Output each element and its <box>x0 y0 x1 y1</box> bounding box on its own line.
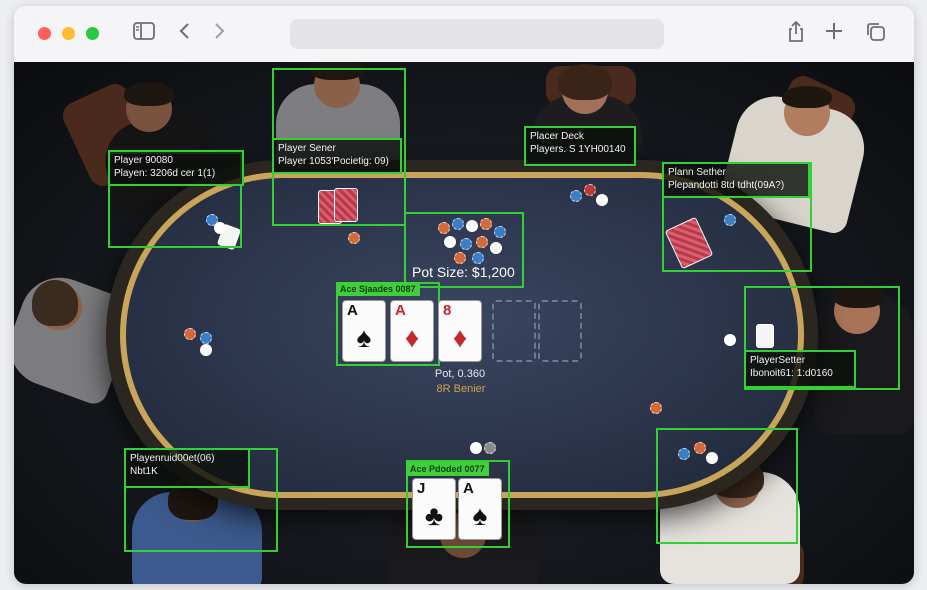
hand-card-1: J ♣ <box>412 478 456 540</box>
card-rank: A <box>347 302 358 319</box>
address-bar[interactable] <box>290 19 664 49</box>
chip <box>348 232 360 244</box>
empty-card-slot-river <box>538 300 582 362</box>
share-icon[interactable] <box>786 20 806 51</box>
detection-tag-community-cards: Ace Sjaades 0087 <box>336 282 420 296</box>
chip <box>200 332 212 344</box>
sidebar-icon[interactable] <box>132 20 156 49</box>
detection-label-top-left: Player 90080 Playen: 3206d cer 1(1) <box>108 150 244 186</box>
detection-label-top-right: Plann Sether Plepandotti 8td tdht(09A?) <box>662 162 810 198</box>
detection-label-top-center-right: Placer Deck Players. S 1YH00140 <box>524 126 636 166</box>
pot-size-label: Pot Size: $1,200 <box>412 264 515 280</box>
back-chevron-icon[interactable] <box>178 20 192 49</box>
poker-scene-view: Player 90080 Playen: 3206d cer 1(1) Play… <box>14 62 914 584</box>
chip <box>184 328 196 340</box>
card-rank: J <box>417 480 426 497</box>
detection-label-line: Player Sener <box>278 143 336 154</box>
community-card-1: A ♠ <box>342 300 386 362</box>
detection-label-line: Nbt1K <box>130 466 158 477</box>
detection-label-line: Player 1053'Pocietig: 09) <box>278 156 389 167</box>
hand-card-2: A ♠ <box>458 478 502 540</box>
browser-window: Player 90080 Playen: 3206d cer 1(1) Play… <box>14 6 914 584</box>
card-suit-icon: ♦ <box>404 322 420 353</box>
detection-label-line: Playenruid00et(06) <box>130 453 215 464</box>
detection-tag-player-hand: Ace Pdoded 0077 <box>406 462 489 476</box>
detection-label-line: Plepandotti 8td tdht(09A?) <box>668 180 785 191</box>
card-suit-icon: ♠ <box>356 322 372 353</box>
card-suit-icon: ♣ <box>424 500 444 531</box>
title-bar <box>14 6 914 63</box>
forward-chevron-icon[interactable] <box>212 20 226 49</box>
community-card-3: 8 ♦ <box>438 300 482 362</box>
detection-label-line: Playen: 3206d cer 1(1) <box>114 168 216 179</box>
center-info-line: 8R Benier <box>436 383 486 395</box>
chip <box>596 194 608 206</box>
card-rank: A <box>463 480 474 497</box>
card-suit-icon: ♠ <box>472 500 488 531</box>
detection-label-line: Players. S 1YH00140 <box>530 144 626 155</box>
chip <box>570 190 582 202</box>
detection-label-right: PlayerSetter Ibonoit61: 1:d0160 <box>744 350 856 388</box>
zoom-button[interactable] <box>86 27 99 40</box>
chip <box>584 184 596 196</box>
chip <box>200 344 212 356</box>
card-suit-icon: ♦ <box>452 322 468 353</box>
minimize-button[interactable] <box>62 27 75 40</box>
chip <box>724 334 736 346</box>
detection-label-line: Plann Sether <box>668 167 726 178</box>
detection-label-line: Ibonoit61: 1:d0160 <box>750 368 833 379</box>
card-rank: A <box>395 302 406 319</box>
chip <box>650 402 662 414</box>
tabs-overview-icon[interactable] <box>864 20 888 51</box>
close-button[interactable] <box>38 27 51 40</box>
detection-label-line: PlayerSetter <box>750 355 806 366</box>
chip <box>484 442 496 454</box>
detection-label-bottom-left: Playenruid00et(06) Nbt1K <box>124 448 250 488</box>
detection-label-line: Player 90080 <box>114 155 173 166</box>
detection-label-line: Placer Deck <box>530 131 584 142</box>
empty-card-slot-turn <box>492 300 536 362</box>
detection-label-top-center-left: Player Sener Player 1053'Pocietig: 09) <box>272 138 402 174</box>
center-info-line: Pot, 0.360 <box>434 368 486 380</box>
card-rank: 8 <box>443 302 452 319</box>
chip <box>470 442 482 454</box>
detection-box-bottom-right <box>656 428 798 544</box>
new-tab-plus-icon[interactable] <box>824 20 844 49</box>
community-card-2: A ♦ <box>390 300 434 362</box>
